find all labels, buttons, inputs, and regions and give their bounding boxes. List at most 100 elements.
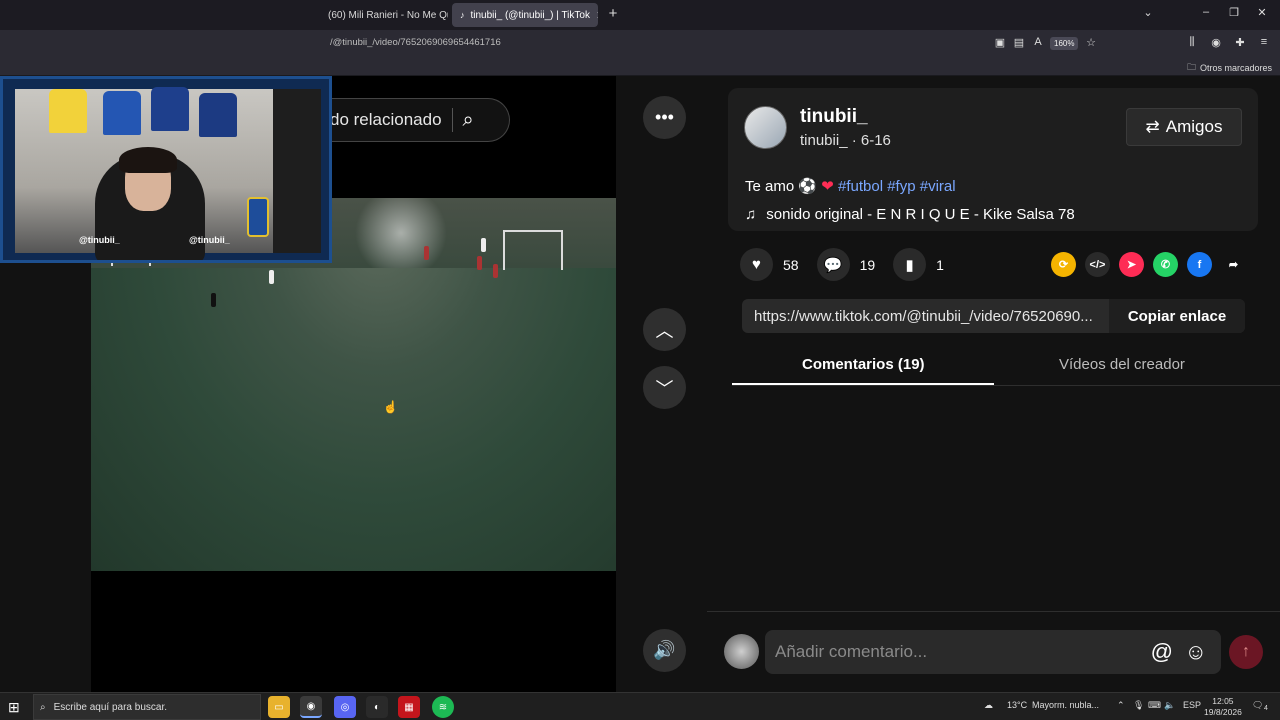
emoji-icon[interactable]: ☺	[1185, 639, 1207, 665]
comment-input[interactable]: Añadir comentario... @ ☺	[765, 630, 1221, 674]
swap-icon: ⇄	[1145, 117, 1160, 136]
music-note-icon: ♫	[745, 206, 757, 223]
comment-placeholder: Añadir comentario...	[775, 642, 928, 661]
search-icon: ⌕	[40, 701, 46, 713]
hashtag-link[interactable]: #viral	[920, 178, 956, 195]
weather-desc[interactable]: Mayorm. nubla...	[1032, 700, 1099, 710]
picture-in-picture-icon[interactable]: ▣	[993, 36, 1007, 49]
star-icon[interactable]: ☆	[1084, 36, 1098, 49]
tab-creator-videos[interactable]: Vídeos del creador	[1059, 356, 1185, 373]
copy-link-button[interactable]: Copiar enlace	[1109, 299, 1245, 333]
tiktok-page: do relacionado ⌕ ☝ ••• ︿ ﹀ 🔊 tinubii_ ti…	[0, 76, 1280, 692]
folder-icon: 🗀	[1186, 62, 1196, 72]
door	[273, 89, 321, 253]
like-button[interactable]: ♥ 58	[740, 248, 799, 281]
mention-icon[interactable]: @	[1151, 639, 1173, 665]
comment-icon: 💬	[816, 248, 850, 281]
search-related-pill[interactable]: do relacionado ⌕	[322, 98, 510, 142]
share-arrow-icon[interactable]: ➦	[1221, 252, 1246, 277]
tab-mili-ranieri[interactable]: (60) Mili Ranieri - No Me Qu ✕	[320, 3, 448, 27]
search-icon[interactable]: ⌕	[463, 109, 474, 132]
window-close-icon[interactable]: ✕	[1254, 6, 1270, 19]
username[interactable]: tinubii_	[800, 106, 868, 128]
notification-icon[interactable]: 🗨	[1252, 700, 1263, 711]
post-description: Te amo ⚽ ❤ #futbol #fyp #viral	[745, 177, 956, 195]
clock-date: 19/8/2026	[1204, 707, 1242, 717]
menu-icon[interactable]: ≡	[1257, 36, 1271, 48]
weather-cloud-icon[interactable]: ☁	[984, 700, 993, 711]
send-to-friend-icon[interactable]: ➤	[1119, 252, 1144, 277]
like-count: 58	[783, 256, 799, 273]
language-indicator[interactable]: ESP	[1183, 700, 1201, 710]
discord-icon[interactable]: ◎	[334, 696, 356, 718]
whatsapp-icon[interactable]: ✆	[1153, 252, 1178, 277]
speaker-icon[interactable]: 🔈	[1164, 700, 1175, 711]
send-comment-button[interactable]: ↑	[1229, 635, 1263, 669]
webcam-overlay: @tinubii_ @tinubii_	[0, 76, 332, 263]
microphone-icon[interactable]: 🎙	[1133, 700, 1144, 711]
other-bookmarks[interactable]: 🗀 Otros marcadores	[1187, 60, 1272, 76]
chevron-up-icon[interactable]: ⌃	[1117, 700, 1125, 711]
instagram-handle: @tinubii_	[79, 235, 120, 245]
comment-composer: Añadir comentario... @ ☺ ↑	[707, 611, 1280, 692]
file-explorer-icon[interactable]: ▭	[268, 696, 290, 718]
hashtag-link[interactable]: #futbol	[838, 178, 883, 195]
hashtag-link[interactable]: #fyp	[887, 178, 915, 195]
comment-button[interactable]: 💬 19	[816, 248, 875, 281]
reader-view-icon[interactable]: ▤	[1012, 36, 1026, 49]
details-panel: tinubii_ tinubii_ · 6-16 ⇄ Amigos Te amo…	[707, 76, 1280, 692]
url-field[interactable]: /@tinubii_/video/7652069069654461716	[330, 37, 501, 48]
close-icon[interactable]: ✕	[590, 9, 598, 22]
account-icon[interactable]: ◉	[1209, 36, 1223, 49]
app-red-icon[interactable]: ▦	[398, 696, 420, 718]
previous-video-button[interactable]: ︿	[643, 308, 686, 351]
video-link[interactable]: https://www.tiktok.com/@tinubii_/video/7…	[742, 308, 1109, 325]
tab-tiktok[interactable]: ♪ tinubii_ (@tinubii_) | TikTok ✕	[452, 3, 598, 27]
repost-icon[interactable]: ⟳	[1051, 252, 1076, 277]
chevron-down-icon[interactable]: ⌄	[1140, 6, 1156, 19]
address-bar: /@tinubii_/video/7652069069654461716 ▣ ▤…	[0, 30, 1280, 56]
firefox-icon[interactable]: ◉	[300, 696, 322, 718]
streamer-hair	[119, 147, 177, 173]
share-link-box: https://www.tiktok.com/@tinubii_/video/7…	[742, 299, 1245, 333]
next-video-button[interactable]: ﹀	[643, 366, 686, 409]
clock[interactable]: 12:05 19/8/2026	[1204, 696, 1242, 718]
music-title: sonido original - E N R I Q U E - Kike S…	[766, 206, 1075, 223]
clock-time: 12:05	[1212, 696, 1234, 706]
extensions-icon[interactable]: ✚	[1233, 36, 1247, 49]
facebook-icon[interactable]: f	[1187, 252, 1212, 277]
taskbar-search[interactable]: ⌕ Escribe aquí para buscar.	[33, 694, 261, 720]
zoom-indicator[interactable]: 160%	[1050, 37, 1079, 50]
library-icon[interactable]: ⫼	[1185, 36, 1199, 49]
action-row: ♥ 58 💬 19 ▮ 1	[740, 248, 962, 281]
friends-label: Amigos	[1165, 117, 1223, 136]
friends-button[interactable]: ⇄ Amigos	[1126, 108, 1242, 146]
avatar[interactable]	[744, 106, 787, 149]
maximize-icon[interactable]: ❐	[1226, 6, 1242, 19]
panel-tabs: Comentarios (19) Vídeos del creador	[732, 348, 1280, 386]
new-tab-button[interactable]: +	[605, 5, 621, 22]
player	[211, 293, 216, 307]
goal-right	[503, 230, 563, 270]
save-button[interactable]: ▮ 1	[893, 248, 944, 281]
embed-icon[interactable]: </>	[1085, 252, 1110, 277]
tiktok-handle: @tinubii_	[189, 235, 230, 245]
bookmarks-bar: 🗀 Otros marcadores	[0, 56, 1280, 76]
network-icon[interactable]: ⌨	[1148, 700, 1161, 711]
translate-icon[interactable]: A	[1031, 36, 1045, 48]
share-row: ⟳ </> ➤ ✆ f ➦	[1051, 252, 1246, 277]
hand-cursor-icon: ☝	[383, 400, 398, 414]
bookmark-icon: ▮	[893, 248, 927, 281]
obs-icon[interactable]: ◐	[366, 696, 388, 718]
post-info-card: tinubii_ tinubii_ · 6-16 ⇄ Amigos Te amo…	[728, 88, 1258, 231]
spotify-icon[interactable]: ≋	[432, 696, 454, 718]
volume-button[interactable]: 🔊	[643, 629, 686, 672]
more-options-button[interactable]: •••	[643, 96, 686, 139]
player	[481, 238, 486, 252]
minimize-icon[interactable]: –	[1198, 6, 1214, 18]
music-info[interactable]: ♫ sonido original - E N R I Q U E - Kike…	[745, 206, 1075, 223]
soccer-ball-icon: ⚽	[798, 178, 818, 195]
tab-comments[interactable]: Comentarios (19)	[802, 356, 925, 373]
windows-start-icon[interactable]: ⊞	[8, 699, 20, 716]
weather-temp[interactable]: 13°C	[1007, 700, 1027, 710]
